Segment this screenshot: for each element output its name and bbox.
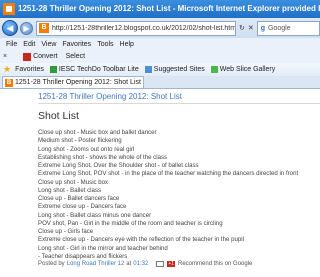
page-title: Shot List [38, 110, 79, 122]
menu-help[interactable]: Help [120, 41, 134, 48]
list-item: Close up - Ballet dancers face [38, 195, 120, 202]
menu-favorites[interactable]: Favorites [62, 41, 91, 48]
list-item: Extreme Long Shot, POV shot - in the pla… [38, 170, 299, 178]
list-item: Long shot - Zooms out onto real girl [38, 145, 135, 153]
recommend-label: Recommend this on Google [178, 261, 253, 267]
select-button[interactable]: Select [66, 53, 85, 60]
tab-label: 1251-28 Thriller Opening 2012: Shot List [15, 79, 141, 86]
post-footer: Posted by Long Road Thriller 12 at 01:32… [38, 261, 252, 267]
toolbar-icon [49, 66, 57, 73]
list-item: Close up - Girls face [38, 228, 94, 235]
favorites-item-label: Suggested Sites [153, 66, 205, 73]
menu-tools[interactable]: Tools [97, 41, 113, 48]
pdf-icon [23, 52, 32, 61]
list-item: POV shot, Pan - Girl in the middle of th… [38, 219, 223, 227]
favorites-item-label: IESC TechDo Toolbar Lite [58, 66, 139, 73]
list-item: Extreme close up - Dancers eye with the … [38, 236, 244, 244]
search-placeholder: Google [268, 24, 291, 32]
list-item: Establishing shot - shows the whole of t… [38, 153, 168, 161]
at-label: at [126, 261, 132, 267]
web-slice-icon [210, 66, 218, 73]
search-input[interactable]: g Google [256, 20, 320, 36]
posted-by-label: Posted by [38, 261, 65, 267]
list-item: Long shot - Ballet class minus one dance… [38, 211, 152, 219]
author-link[interactable]: Long Road Thriller 12 [67, 261, 125, 267]
list-item: Close up shot - Music box and ballet dan… [38, 129, 157, 136]
blog-title-link[interactable]: 1251-28 Thriller Opening 2012: Shot List [38, 92, 182, 101]
ie-icon [3, 3, 15, 15]
google-icon: g [260, 24, 266, 32]
address-url[interactable]: http://1251-28thriller12.blogspot.co.uk/… [52, 25, 235, 32]
shot-list: Close up shot - Music box and ballet dan… [38, 129, 320, 261]
close-toolbar-icon[interactable]: × [3, 53, 7, 60]
blogger-icon: B [39, 23, 49, 33]
list-item: Extreme close up - Dancers face [38, 203, 127, 211]
menu-file[interactable]: File [6, 41, 17, 48]
convert-button[interactable]: Convert [23, 52, 58, 61]
window-title: 1251-28 Thriller Opening 2012: Shot List… [18, 4, 320, 13]
google-plus-icon[interactable]: +1 [167, 261, 176, 267]
post-time-link[interactable]: 01:32 [133, 261, 148, 267]
blogger-icon: B [5, 78, 13, 87]
suggested-sites-icon [144, 66, 152, 73]
window-titlebar: 1251-28 Thriller Opening 2012: Shot List… [0, 0, 320, 18]
menu-bar: File Edit View Favorites Tools Help [0, 38, 320, 50]
list-item: Close up shot - Music box [38, 178, 109, 186]
list-item: Medium shot - Poster flickering [38, 137, 122, 145]
stop-icon[interactable]: ✕ [248, 24, 254, 32]
email-icon[interactable] [156, 261, 165, 267]
favorites-item-techdo[interactable]: IESC TechDo Toolbar Lite [49, 66, 139, 73]
list-item: Long shot - Girl in the mirror and teach… [38, 244, 168, 252]
divider [38, 103, 320, 104]
refresh-icon[interactable]: ↻ [239, 24, 245, 32]
tab-shot-list[interactable]: B 1251-28 Thriller Opening 2012: Shot Li… [2, 76, 144, 88]
list-item: - Teacher disappears and flickers [38, 252, 128, 260]
favorites-item-web-slice[interactable]: Web Slice Gallery [210, 66, 276, 73]
list-item: Long shot - Ballet class [38, 186, 102, 194]
tab-row: B 1251-28 Thriller Opening 2012: Shot Li… [0, 76, 320, 89]
favorites-bar: ★ Favorites IESC TechDo Toolbar Lite Sug… [0, 63, 320, 76]
address-bar[interactable]: B http://1251-28thriller12.blogspot.co.u… [36, 20, 236, 36]
address-row: ◀ ▶ B http://1251-28thriller12.blogspot.… [0, 18, 320, 38]
toolbar: × Convert Select [0, 50, 320, 63]
forward-button[interactable]: ▶ [20, 21, 33, 35]
favorites-item-label: Web Slice Gallery [219, 66, 276, 73]
favorites-item-suggested-sites[interactable]: Suggested Sites [144, 66, 205, 73]
convert-label: Convert [33, 53, 58, 60]
menu-view[interactable]: View [41, 41, 56, 48]
favorites-button[interactable]: Favorites [15, 66, 44, 73]
back-button[interactable]: ◀ [2, 20, 18, 36]
page-content: 1251-28 Thriller Opening 2012: Shot List… [0, 90, 320, 277]
favorites-star-icon[interactable]: ★ [3, 64, 11, 75]
list-item: Extreme Long Shot, Over the Shoulder sho… [38, 162, 199, 169]
menu-edit[interactable]: Edit [23, 41, 35, 48]
